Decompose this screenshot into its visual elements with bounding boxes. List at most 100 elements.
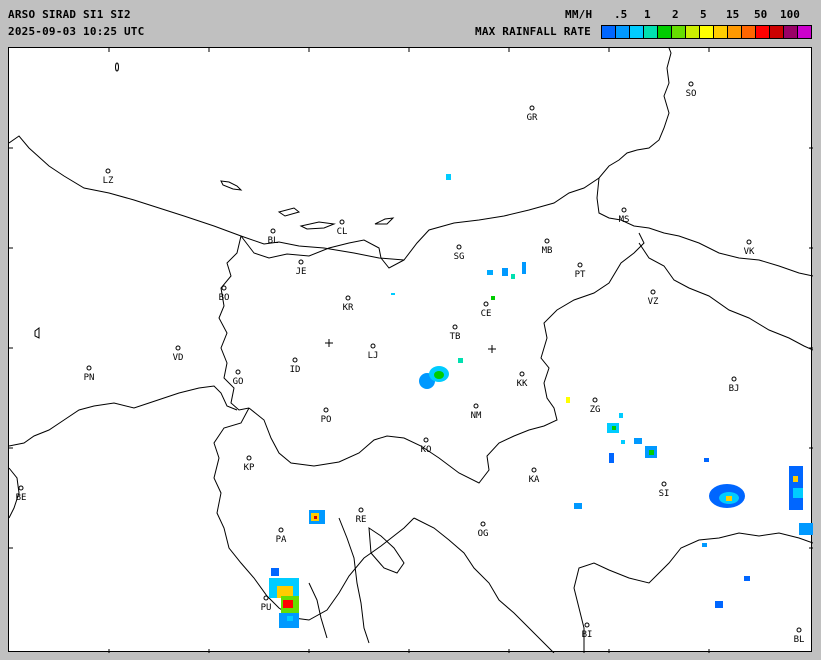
city-marker [263,595,269,601]
legend-title: MAX RAINFALL RATE [475,25,591,38]
city-marker [621,207,627,213]
legend-swatch [728,26,742,38]
city-marker [584,622,590,628]
city-label: SI [659,489,670,499]
city-labels: SO GR LZ BL CL MS MB SG VK JE PT BO KR CE VZ TB VD LJ PN ID… [16,81,805,645]
city-marker [221,285,227,291]
city-marker [456,244,462,250]
legend-swatch [714,26,728,38]
city-label: KP [244,463,255,473]
city-label: JE [296,267,307,277]
city-label: CL [337,227,348,237]
legend-tick: 2 [672,8,679,21]
city-label: ZG [590,405,601,415]
austria-hungary [596,177,813,277]
map-canvas: SO GR LZ BL CL MS MB SG VK JE PT BO KR CE VZ TB VD LJ PN ID… [9,48,813,653]
city-label: OG [478,529,489,539]
city-marker [18,485,24,491]
city-marker [270,228,276,234]
city-label: VK [744,247,755,257]
slo-austria [240,235,405,269]
city-label: PN [84,373,95,383]
legend-swatch [742,26,756,38]
city-label: VD [173,353,184,363]
units-label: MM/H [565,8,593,21]
city-label: TB [450,332,461,342]
radar-site-markers [325,339,496,353]
cres-island [338,517,370,644]
legend-swatch [672,26,686,38]
city-marker [483,301,489,307]
city-marker [452,324,458,330]
legend-swatch [686,26,700,38]
city-marker [298,259,304,265]
city-marker [650,289,656,295]
header-bar: ARSO SIRAD SI1 SI2 2025-09-03 10:25 UTC … [0,0,821,46]
city-marker [358,507,364,513]
croatia-bih [573,532,813,653]
city-label: LJ [368,351,379,361]
city-label: GO [233,377,244,387]
legend-swatch [616,26,630,38]
city-label: GR [527,113,538,123]
city-label: RE [356,515,367,525]
rain-echoes [269,174,813,628]
legend-swatch [756,26,770,38]
city-label: CE [481,309,492,319]
legend-ticks: .5 1 2 5 15 50 100 [600,8,812,22]
legend-swatch [770,26,784,38]
city-marker [519,371,525,377]
city-marker [423,437,429,443]
italy-coast [9,385,238,447]
city-marker [292,357,298,363]
legend-tick: 100 [780,8,800,21]
legend-color-bar [601,25,812,39]
city-marker [86,365,92,371]
legend-tick: .5 [614,8,628,21]
city-marker [661,481,667,487]
legend-tick: 5 [700,8,707,21]
city-label: KK [517,379,528,389]
radar-map[interactable]: SO GR LZ BL CL MS MB SG VK JE PT BO KR CE VZ TB VD LJ PN ID… [8,47,813,653]
city-label: SO [686,89,697,99]
city-marker [529,105,535,111]
city-label: MB [542,246,553,256]
city-marker [370,343,376,349]
legend-swatch [644,26,658,38]
city-marker [796,627,802,633]
city-marker [688,81,694,87]
city-marker [323,407,329,413]
city-marker [577,262,583,268]
city-label: BL [268,236,279,246]
legend-swatch [798,26,811,38]
city-label: PA [276,535,287,545]
city-label: BL [794,635,805,645]
legend-swatch [602,26,616,38]
legend-swatch [658,26,672,38]
city-label: BJ [729,384,740,394]
city-marker [235,369,241,375]
city-label: KR [343,303,354,313]
city-label: NM [471,411,482,421]
legend-tick: 1 [644,8,651,21]
city-label: BO [219,293,230,303]
legend-tick: 15 [726,8,740,21]
city-marker [278,527,284,533]
border-ticks [9,48,813,653]
legend-swatch [630,26,644,38]
city-marker [480,521,486,527]
city-marker [746,239,752,245]
city-label: PU [261,603,272,613]
city-marker [544,238,550,244]
city-label: BE [16,493,27,503]
city-label: PO [321,415,332,425]
city-marker [105,168,111,174]
city-label: ID [290,365,301,375]
legend-swatch [784,26,798,38]
legend-swatch [700,26,714,38]
timestamp: 2025-09-03 10:25 UTC [8,25,145,38]
legend-tick: 50 [754,8,768,21]
city-label: PT [575,270,586,280]
city-label: VZ [648,297,659,307]
city-marker [246,455,252,461]
